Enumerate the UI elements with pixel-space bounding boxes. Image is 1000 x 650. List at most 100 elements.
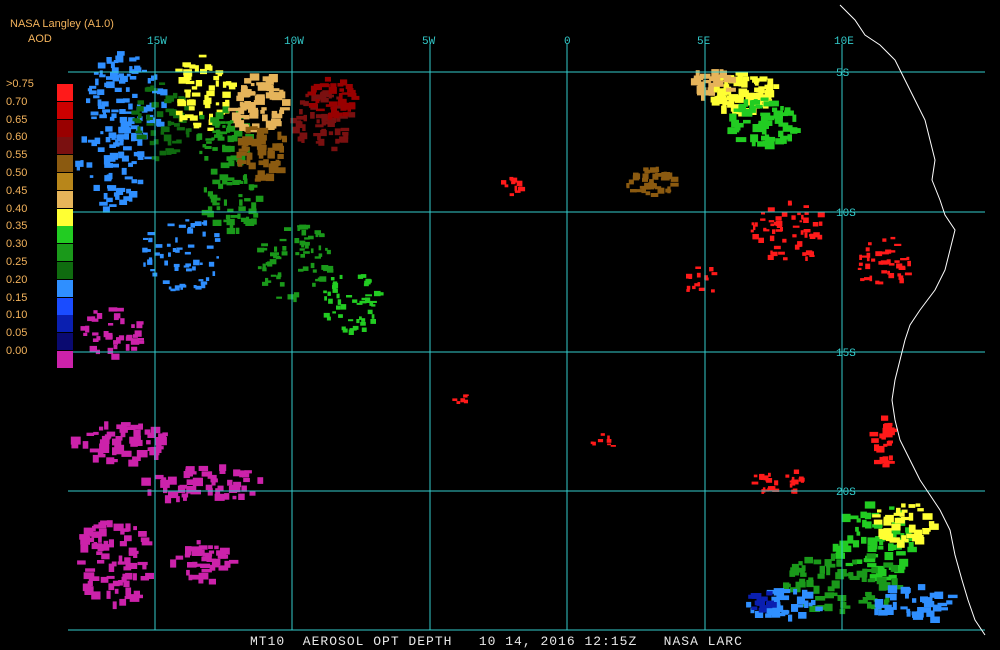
aerosol-pixel <box>839 540 849 547</box>
aerosol-pixel <box>792 225 800 228</box>
aerosol-pixel <box>639 185 646 189</box>
aerosol-pixel <box>817 212 825 218</box>
aerosol-pixel <box>216 256 219 259</box>
aerosol-pixel <box>138 531 147 537</box>
aerosol-pixel <box>212 202 220 206</box>
aerosol-pixel <box>299 248 305 251</box>
aerosol-pixel <box>661 172 670 176</box>
aerosol-pixel <box>791 483 796 486</box>
aerosol-pixel <box>93 542 98 548</box>
aerosol-pixel <box>248 184 255 190</box>
aerosol-pixel <box>170 288 176 292</box>
aerosol-pixel <box>323 290 327 294</box>
aerosol-pixel <box>763 227 767 231</box>
aerosol-pixel <box>86 98 91 104</box>
aerosol-pixel <box>182 62 191 67</box>
aerosol-pixel <box>313 133 322 137</box>
legend-entry: 0.50 <box>0 167 80 190</box>
aerosol-pixel <box>249 113 259 119</box>
aerosol-pixel <box>652 173 659 180</box>
aerosol-pixel <box>147 489 152 496</box>
aerosol-pixel <box>934 591 944 599</box>
aerosol-pixel <box>99 201 108 206</box>
aerosol-pixel <box>326 316 331 321</box>
aerosol-pixel <box>277 154 284 159</box>
aerosol-pixel <box>175 237 178 243</box>
aerosol-pixel <box>191 86 198 90</box>
aerosol-pixel <box>900 516 912 521</box>
legend-label: 0.50 <box>6 167 28 179</box>
aerosol-pixel <box>187 244 195 248</box>
aerosol-pixel <box>864 501 876 509</box>
aerosol-pixel <box>233 179 242 183</box>
aerosol-pixel <box>97 560 105 564</box>
legend-entry: 0.45 <box>0 185 80 208</box>
aerosol-pixel <box>124 595 131 600</box>
aerosol-pixel <box>192 266 196 271</box>
aerosol-pixel <box>201 283 206 289</box>
aerosol-pixel <box>874 444 880 452</box>
latitude-label: 15S <box>836 348 856 360</box>
aerosol-pixel <box>711 272 718 276</box>
aerosol-pixel <box>168 252 171 257</box>
aerosol-pixel <box>325 104 334 107</box>
map-caption: MT10 AEROSOL OPT DEPTH 10 14, 2016 12:15… <box>250 634 743 649</box>
aerosol-pixel <box>872 514 881 518</box>
aerosol-pixel <box>334 128 341 136</box>
aerosol-pixel <box>109 204 117 207</box>
aerosol-pixel <box>320 98 329 103</box>
aerosol-pixel <box>241 85 247 91</box>
aerosol-pixel <box>754 82 759 86</box>
legend-entry: 0.10 <box>0 309 80 333</box>
aerosol-pixel <box>257 127 269 134</box>
aerosol-pixel <box>799 476 804 481</box>
aerosol-pixel <box>325 247 328 251</box>
aerosol-pixel <box>326 94 334 98</box>
aerosol-pixel <box>371 314 375 319</box>
legend-label: 0.30 <box>6 238 28 251</box>
aerosol-pixel <box>310 248 314 254</box>
aerosol-pixel <box>98 453 106 458</box>
aerosol-pixel <box>693 77 700 85</box>
aerosol-pixel <box>277 131 282 140</box>
aerosol-pixel <box>198 575 204 584</box>
aerosol-pixel <box>130 441 138 447</box>
aerosol-pixel <box>370 319 376 324</box>
aerosol-pixel <box>338 314 343 318</box>
aerosol-pixel <box>321 265 329 270</box>
aerosol-pixel <box>208 85 215 91</box>
aerosol-pixel <box>195 285 202 290</box>
aerosol-pixel <box>121 126 130 134</box>
aerosol-pixel <box>104 157 110 162</box>
aerosol-pixel <box>504 184 509 188</box>
aerosol-pixel <box>92 525 96 532</box>
aerosol-pixel <box>257 170 265 177</box>
aerosol-pixel <box>301 230 307 236</box>
aerosol-pixel <box>136 106 144 112</box>
aerosol-pixel <box>101 101 109 107</box>
aerosol-pixel <box>791 215 796 220</box>
aerosol-pixel <box>194 65 199 72</box>
aerosol-pixel <box>228 107 239 112</box>
aerosol-pixel <box>800 572 807 577</box>
aerosol-pixel <box>922 599 932 604</box>
legend-entry: 0.55 <box>0 149 80 173</box>
aerosol-pixel <box>894 243 902 246</box>
aerosol-pixel <box>803 217 809 223</box>
aerosol-pixel <box>219 131 228 135</box>
aerosol-pixel <box>792 234 797 238</box>
aerosol-pixel <box>743 119 751 124</box>
aerosol-pixel <box>238 206 246 211</box>
aerosol-pixel <box>914 529 922 536</box>
aerosol-pixel <box>741 108 753 117</box>
aerosol-pixel <box>255 195 264 202</box>
aerosol-pixel <box>284 227 292 231</box>
aerosol-pixel <box>645 191 651 196</box>
aerosol-pixel <box>857 267 862 270</box>
aerosol-pixel <box>293 297 297 303</box>
aerosol-pixel <box>815 596 826 601</box>
aerosol-pixel <box>865 591 872 597</box>
aerosol-pixel <box>238 194 243 198</box>
aerosol-pixel <box>104 421 109 430</box>
aerosol-pixel <box>359 316 362 320</box>
